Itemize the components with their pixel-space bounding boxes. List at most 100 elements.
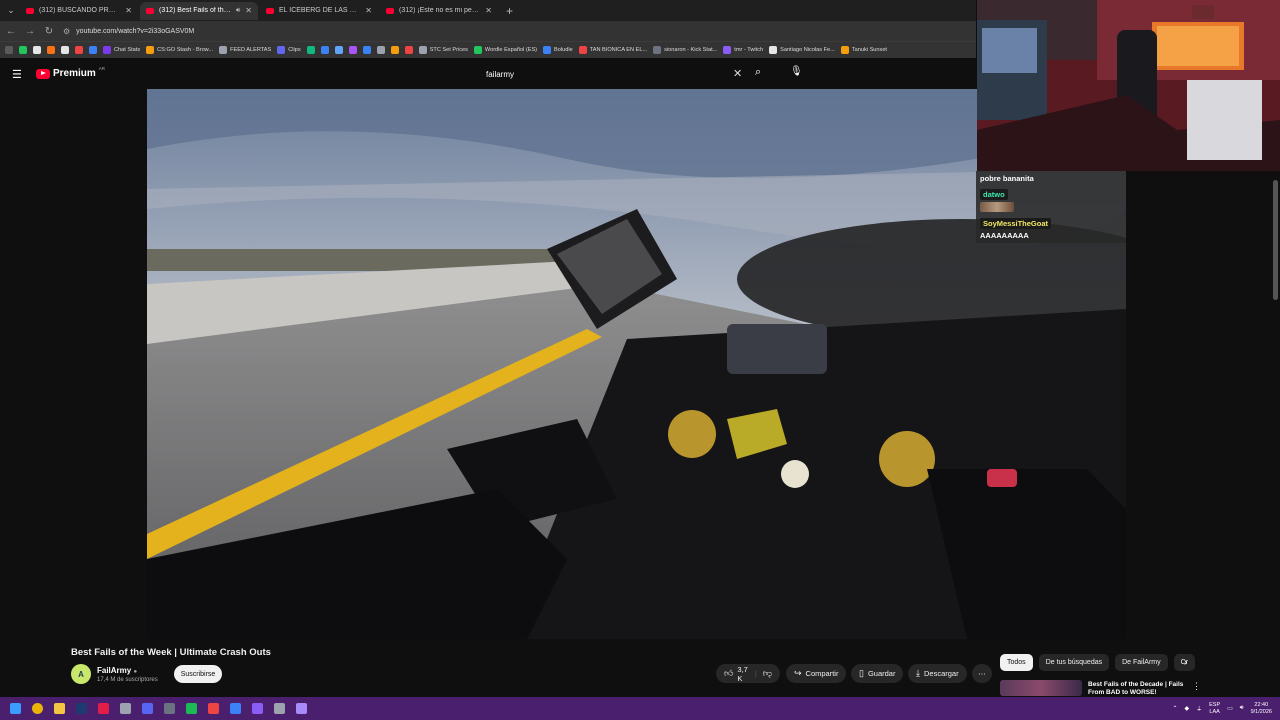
bookmark-item[interactable] xyxy=(348,46,357,54)
close-tab-icon[interactable]: ✕ xyxy=(245,6,252,15)
bookmark-item[interactable]: Clips xyxy=(277,46,301,54)
bookmark-item[interactable] xyxy=(376,46,385,54)
browser-tab-active[interactable]: (312) Best Fails of the Week 🔊︎ ✕ xyxy=(140,1,258,20)
bookmark-item[interactable]: sionaron - Kick Stat... xyxy=(653,46,717,54)
search-input[interactable] xyxy=(476,69,716,79)
page-scrollbar[interactable] xyxy=(1273,180,1278,300)
back-arrow-icon[interactable]: ← xyxy=(6,26,16,37)
more-vertical-icon[interactable]: ⋮ xyxy=(1192,681,1201,692)
chip-from-searches[interactable]: De tus búsquedas xyxy=(1038,654,1110,671)
reload-icon[interactable]: ↻ xyxy=(44,26,54,37)
spotify-icon[interactable] xyxy=(180,698,202,720)
bookmark-item[interactable] xyxy=(390,46,399,54)
language-layout: LAA xyxy=(1209,708,1220,715)
bookmark-label: Boludle xyxy=(554,47,573,53)
bookmark-item[interactable]: FEED ALERTAS xyxy=(219,46,271,54)
url-text[interactable]: youtube.com/watch?v=2i33oGASV0M xyxy=(76,28,194,35)
chat-username: SoyMessiTheGoat xyxy=(980,218,1052,229)
language-code: ESP xyxy=(1209,701,1221,708)
bookmark-item[interactable] xyxy=(5,46,13,54)
new-tab-plus-icon[interactable]: + xyxy=(500,4,519,18)
bookmark-item[interactable] xyxy=(47,46,55,54)
thumbs-up-icon[interactable]: 👍︎ xyxy=(724,668,733,679)
close-tab-icon[interactable]: ✕ xyxy=(365,6,372,15)
bookmark-item[interactable] xyxy=(362,46,371,54)
search-icon[interactable]: ⌕ xyxy=(755,66,761,79)
bookmark-item[interactable] xyxy=(404,46,413,54)
logo-text: Premium xyxy=(53,68,96,79)
bookmark-favicon-icon xyxy=(306,46,315,54)
obs-icon[interactable] xyxy=(114,698,136,720)
app-icon[interactable] xyxy=(70,698,92,720)
bookmark-item[interactable]: CS:GO Stash - Brow... xyxy=(146,46,213,54)
share-button[interactable]: ↪ Compartir xyxy=(786,664,847,683)
discord-icon[interactable] xyxy=(136,698,158,720)
bookmark-item[interactable] xyxy=(89,46,97,54)
close-tab-icon[interactable]: ✕ xyxy=(125,6,132,15)
chevron-up-icon[interactable]: ⌃ xyxy=(1172,705,1177,712)
app-icon[interactable] xyxy=(202,698,224,720)
clear-search-icon[interactable]: ✕ xyxy=(733,67,742,80)
bookmark-item[interactable]: Chat Stats xyxy=(103,46,140,54)
network-icon[interactable]: ◆ xyxy=(1184,705,1189,712)
chip-from-channel[interactable]: De FailArmy xyxy=(1115,654,1168,671)
bookmark-item[interactable]: Tanuki Sunset xyxy=(840,46,887,54)
chip-todos[interactable]: Todos xyxy=(1000,654,1033,671)
save-button[interactable]: ▯ Guardar xyxy=(851,664,904,683)
thumbs-down-icon[interactable]: 👎︎ xyxy=(763,668,772,679)
usb-icon[interactable]: ⏚ xyxy=(1196,704,1202,713)
app-icon[interactable] xyxy=(268,698,290,720)
recommended-video-thumbnail[interactable] xyxy=(1000,680,1082,696)
browser-tab[interactable]: (312) ¡Este no es mi perro, es u ✕ xyxy=(380,2,498,20)
chrome-dev-icon[interactable] xyxy=(92,698,114,720)
file-explorer-icon[interactable] xyxy=(48,698,70,720)
hamburger-menu-icon[interactable]: ☰ xyxy=(12,68,22,81)
bookmark-item[interactable] xyxy=(19,46,27,54)
volume-icon[interactable]: 🔊︎ xyxy=(1240,705,1244,712)
forward-arrow-icon[interactable]: → xyxy=(25,26,35,37)
like-count[interactable]: 3,7 K xyxy=(737,665,749,683)
url-field[interactable]: ⚙︎ youtube.com/watch?v=2i33oGASV0M xyxy=(63,27,194,36)
app-icon[interactable] xyxy=(158,698,180,720)
bookmark-label: tmr - Twitch xyxy=(734,47,764,53)
app-icon[interactable] xyxy=(246,698,268,720)
bookmark-item[interactable] xyxy=(306,46,315,54)
site-info-icon[interactable]: ⚙︎ xyxy=(63,27,70,36)
channel-name-text[interactable]: FailArmy xyxy=(97,666,131,675)
app-icon[interactable] xyxy=(224,698,246,720)
more-actions-button[interactable]: ⋯ xyxy=(972,664,992,683)
monitor-icon[interactable]: ▭ xyxy=(1227,705,1233,712)
tab-search-chevron-icon[interactable]: ⌄ xyxy=(4,4,18,18)
bookmark-item[interactable]: STC Set Prices xyxy=(418,46,468,54)
chrome-icon[interactable] xyxy=(26,698,48,720)
microphone-icon[interactable]: 🎙︎ xyxy=(790,66,803,77)
bookmark-item[interactable] xyxy=(320,46,329,54)
channel-name[interactable]: FailArmy ● xyxy=(97,666,137,675)
bookmark-item[interactable] xyxy=(61,46,69,54)
bookmark-item[interactable]: Boludle xyxy=(543,46,573,54)
clock[interactable]: 22:40 9/1/2026 xyxy=(1251,702,1272,716)
speaker-icon[interactable]: 🔊︎ xyxy=(236,7,240,15)
chat-message: pobre bananita xyxy=(976,171,1126,186)
close-tab-icon[interactable]: ✕ xyxy=(485,6,492,15)
windows-start-icon[interactable] xyxy=(4,698,26,720)
bookmark-item[interactable]: tmr - Twitch xyxy=(723,46,763,54)
chevron-right-icon[interactable]: › xyxy=(1184,657,1187,668)
bookmark-item[interactable] xyxy=(75,46,83,54)
bookmark-item[interactable]: TAN BIONICA EN EL... xyxy=(578,46,647,54)
bookmark-item[interactable]: Santiago Nicolas Fe... xyxy=(769,46,835,54)
app-icon[interactable] xyxy=(290,698,312,720)
bookmark-favicon-icon xyxy=(348,46,357,54)
language-indicator[interactable]: ESP LAA xyxy=(1209,702,1220,716)
browser-tab[interactable]: (312) BUSCANDO PROBLEMAS ✕ xyxy=(20,2,138,20)
recommended-video-title[interactable]: Best Fails of the Decade | Fails From BA… xyxy=(1088,681,1188,696)
search-box[interactable]: ✕ xyxy=(476,65,748,83)
bookmark-item[interactable]: Wordle Español (ES) xyxy=(473,46,537,54)
youtube-premium-logo[interactable]: Premium AR xyxy=(36,66,105,79)
bookmark-item[interactable] xyxy=(33,46,41,54)
channel-avatar[interactable]: A xyxy=(71,664,91,684)
download-button[interactable]: ⤓ Descargar xyxy=(908,664,967,683)
bookmark-item[interactable] xyxy=(334,46,343,54)
browser-tab[interactable]: EL ICEBERG DE LAS MUERT*S M ✕ xyxy=(260,2,378,20)
subscribe-button[interactable]: Suscribirse xyxy=(174,665,222,683)
